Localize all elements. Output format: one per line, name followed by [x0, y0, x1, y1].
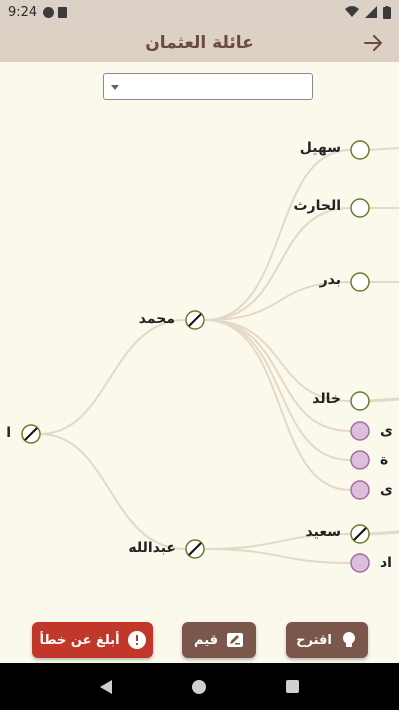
tree-edge: [368, 530, 399, 536]
tree-node-female-3[interactable]: [350, 480, 370, 500]
tree-node-female-2[interactable]: [350, 450, 370, 470]
tree-node-suhail[interactable]: [350, 140, 370, 160]
tree-node-female-1[interactable]: [350, 421, 370, 441]
node-label-alharith: الحارث: [293, 198, 341, 214]
app-notification-icon: [43, 6, 55, 18]
node-label-suhail: سهيل: [299, 140, 341, 156]
nav-recents-icon[interactable]: [286, 680, 299, 693]
system-nav-bar: [0, 663, 399, 710]
node-label-female-1: ى: [380, 423, 393, 439]
status-bar: 9:24: [0, 0, 399, 24]
nav-back-icon[interactable]: [100, 679, 112, 694]
signal-icon: [365, 6, 377, 18]
report-error-label: أبلغ عن خطأ: [39, 632, 120, 648]
lightbulb-icon: [342, 632, 355, 647]
app-bar: عائلة العثمان: [0, 24, 399, 62]
tree-edge: [39, 319, 186, 435]
tree-edge: [204, 319, 351, 432]
tree-node-badr[interactable]: [350, 272, 370, 292]
node-label-female-2: ة: [380, 452, 389, 468]
tree-edge: [204, 149, 351, 321]
node-label-root: ا: [6, 425, 11, 441]
tree-node-root[interactable]: [21, 424, 41, 444]
tree-node-alharith[interactable]: [350, 198, 370, 218]
suggest-label: اقترح: [296, 632, 332, 648]
tree-node-saeed[interactable]: [350, 524, 370, 544]
tree-edge: [368, 147, 399, 151]
tree-edge: [368, 397, 399, 403]
node-label-saeed: سعيد: [305, 524, 341, 540]
back-arrow-icon[interactable]: [361, 31, 385, 55]
status-icons: [345, 5, 391, 19]
suggest-button[interactable]: اقترح: [286, 622, 368, 658]
tree-node-abdullah[interactable]: [185, 539, 205, 559]
tree-edge: [204, 319, 351, 402]
node-label-female-4: اد: [380, 555, 392, 571]
family-select-dropdown[interactable]: [103, 73, 313, 100]
tree-node-mohammed[interactable]: [185, 310, 205, 330]
wifi-icon: [345, 6, 359, 17]
tree-edge: [39, 433, 186, 550]
battery-icon: [383, 5, 391, 19]
tree-node-female-4[interactable]: [350, 553, 370, 573]
node-label-khaled: خالد: [312, 391, 341, 407]
report-error-button[interactable]: أبلغ عن خطأ: [32, 622, 153, 658]
node-label-mohammed: محمد: [138, 311, 175, 327]
node-label-badr: بدر: [319, 272, 341, 288]
rate-button[interactable]: قيم: [182, 622, 256, 658]
family-tree[interactable]: ا محمد عبدالله سهيل الحارث بدر خالد ى ة …: [0, 100, 399, 615]
tree-node-khaled[interactable]: [350, 391, 370, 411]
tree-edge: [204, 548, 351, 564]
sim-card-icon: [58, 6, 68, 18]
node-label-abdullah: عبدالله: [128, 540, 176, 556]
page-title: عائلة العثمان: [145, 33, 254, 53]
chevron-down-icon: [111, 85, 119, 90]
nav-home-icon[interactable]: [192, 679, 206, 694]
node-label-female-3: ى: [380, 482, 393, 498]
rate-edit-icon: [227, 633, 244, 647]
rate-label: قيم: [194, 632, 219, 648]
alert-icon: [127, 631, 146, 649]
status-time: 9:24: [8, 4, 38, 20]
tree-edge: [204, 319, 351, 461]
